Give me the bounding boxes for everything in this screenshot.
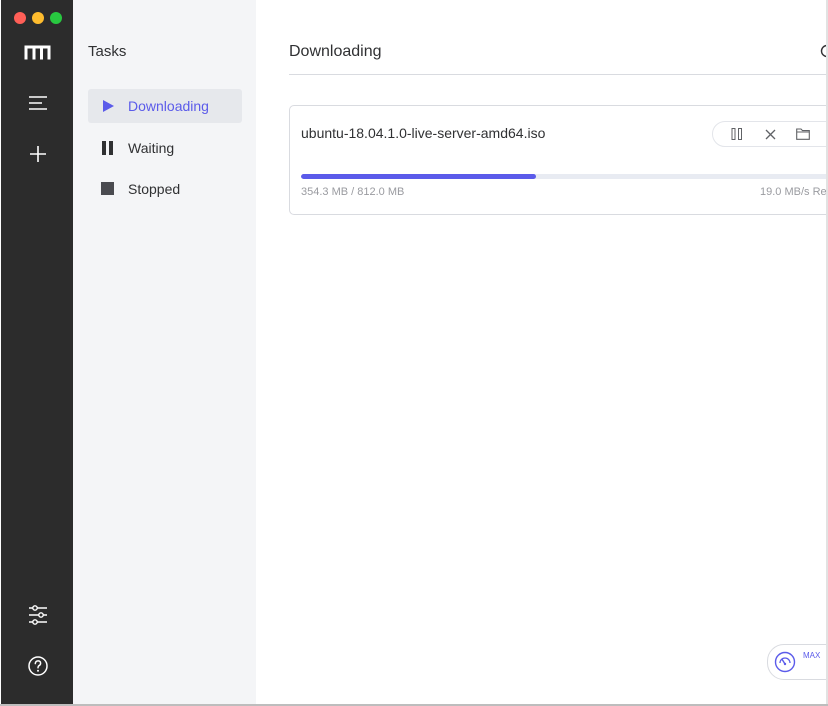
task-filename: ubuntu-18.04.1.0-live-server-amd64.iso bbox=[301, 125, 546, 141]
close-icon bbox=[765, 129, 775, 139]
menu-icon[interactable] bbox=[22, 87, 54, 119]
app-sidebar bbox=[1, 0, 73, 704]
help-icon bbox=[28, 656, 48, 676]
open-folder-button[interactable] bbox=[791, 124, 815, 144]
close-window-button[interactable] bbox=[14, 12, 26, 24]
maximize-window-button[interactable] bbox=[50, 12, 62, 24]
folder-icon bbox=[796, 128, 810, 140]
nav-item-stopped[interactable]: Stopped bbox=[88, 172, 242, 206]
download-progress-bar bbox=[301, 174, 828, 179]
task-filter-panel: Tasks Downloading Waiting Stopped bbox=[73, 0, 256, 704]
delete-task-button[interactable] bbox=[758, 124, 782, 144]
page-title: Downloading bbox=[289, 43, 382, 60]
header-divider bbox=[289, 74, 828, 75]
play-icon bbox=[88, 99, 128, 113]
task-size: 354.3 MB / 812.0 MB bbox=[301, 186, 405, 198]
speed-limit-label: MAX bbox=[803, 651, 821, 660]
logo-icon bbox=[22, 36, 54, 68]
pause-task-button[interactable] bbox=[725, 124, 749, 144]
add-task-button[interactable] bbox=[22, 138, 54, 170]
help-button[interactable] bbox=[22, 650, 54, 682]
task-speed: 19.0 MB/s Re bbox=[760, 186, 827, 198]
speedometer-icon bbox=[774, 651, 796, 678]
nav-item-label: Stopped bbox=[128, 181, 181, 197]
settings-sliders-icon bbox=[29, 605, 47, 625]
nav-item-waiting[interactable]: Waiting bbox=[88, 131, 242, 165]
panel-title: Tasks bbox=[88, 43, 127, 60]
speed-limit-button[interactable]: MAX bbox=[767, 644, 828, 680]
task-actions bbox=[712, 121, 828, 147]
nav-item-downloading[interactable]: Downloading bbox=[88, 89, 242, 123]
add-icon bbox=[30, 146, 46, 162]
minimize-window-button[interactable] bbox=[32, 12, 44, 24]
task-item[interactable]: ubuntu-18.04.1.0-live-server-amd64.iso 3… bbox=[289, 105, 828, 215]
main-content: Downloading ubuntu-18.04.1.0-live-server… bbox=[256, 0, 828, 704]
preferences-button[interactable] bbox=[22, 599, 54, 631]
nav-item-label: Waiting bbox=[128, 140, 175, 156]
nav-item-label: Downloading bbox=[128, 98, 209, 114]
stop-icon bbox=[88, 182, 128, 196]
pause-icon bbox=[88, 141, 128, 155]
download-progress-fill bbox=[301, 174, 537, 179]
pause-icon bbox=[731, 128, 742, 140]
